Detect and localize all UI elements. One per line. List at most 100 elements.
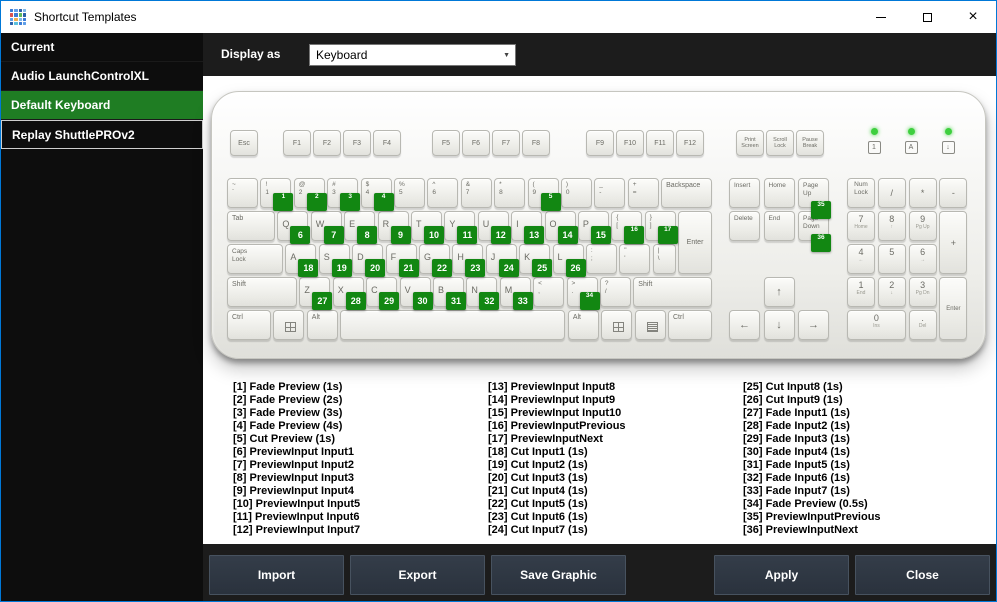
key-d: D 20 — [352, 244, 386, 277]
shortcut-badge-27: 27 — [312, 292, 333, 310]
shortcut-badge-9: 9 — [390, 226, 411, 244]
key-row: ~ `! 1 1 @2 2 #3 3 $4 4% 5 ^ 6 & 7 * 8(9 5) 0 _ - + = Backspace — [227, 178, 712, 211]
key-j: J 24 — [485, 244, 519, 277]
key-esc: Esc — [230, 130, 258, 156]
key-space — [340, 310, 566, 340]
key-8: * 8 — [494, 178, 526, 208]
key-4: $4 4 — [360, 178, 394, 211]
key-3: 3 Pg Dn — [908, 277, 937, 307]
shortcut-badge-32: 32 — [479, 292, 500, 310]
shortcut-badge-29: 29 — [379, 292, 400, 310]
key-9: (9 5 — [527, 178, 561, 211]
shortcut-badge-25: 25 — [532, 259, 553, 277]
windows-key-icon — [613, 322, 625, 332]
apply-button[interactable]: Apply — [714, 555, 849, 595]
key-sym: :; — [585, 244, 617, 274]
key-f7: F7 — [492, 130, 520, 156]
key-win — [601, 310, 633, 340]
shortcut-badge-35: 35 — [811, 201, 831, 219]
sidebar-item-current[interactable]: Current — [1, 33, 203, 62]
caps-lock-indicator: A — [897, 128, 925, 154]
export-button[interactable]: Export — [350, 555, 485, 595]
shortcut-entry: [7] PreviewInput Input2 — [233, 459, 355, 471]
key-insert: Insert — [729, 178, 760, 208]
shortcut-entry: [9] PreviewInput Input4 — [233, 485, 355, 497]
shortcut-badge-36: 36 — [811, 234, 831, 252]
shortcut-entry: [33] Fade Input7 (1s) — [743, 485, 850, 497]
key-9: 9 Pg Up — [908, 211, 937, 241]
display-as-select[interactable]: Keyboard ▼ — [309, 44, 516, 66]
windows-key-icon — [285, 322, 297, 332]
shortcut-badge-10: 10 — [423, 226, 444, 244]
key-home: Home — [763, 178, 795, 208]
shortcut-entry: [23] Cut Input6 (1s) — [488, 511, 588, 523]
key-5: 5 — [877, 244, 906, 274]
key-f11: F11 — [646, 130, 674, 156]
key-ctrl: Ctrl — [227, 310, 271, 340]
save-graphic-button[interactable]: Save Graphic — [491, 555, 626, 595]
key-p: P 15 — [577, 211, 611, 244]
key-sym: }] 17 — [644, 211, 678, 244]
key-c: C 29 — [366, 277, 400, 310]
key-sym: <, — [533, 277, 565, 307]
maximize-button[interactable] — [904, 1, 950, 33]
key-sym: ~ ` — [227, 178, 258, 208]
scroll-lock-glyph-icon: ↓ — [941, 141, 955, 154]
num-lock-led-icon — [870, 128, 878, 135]
key-6: ^ 6 — [427, 178, 459, 208]
import-button[interactable]: Import — [209, 555, 344, 595]
shortcut-badge-16: 16 — [624, 226, 645, 244]
key-g: G 22 — [418, 244, 452, 277]
shortcut-entry: [25] Cut Input8 (1s) — [743, 381, 843, 393]
shortcut-entry: [13] PreviewInput Input8 — [488, 381, 616, 393]
shortcut-badge-21: 21 — [398, 259, 419, 277]
shortcut-badge-7: 7 — [323, 226, 344, 244]
key-shift: Shift — [227, 277, 297, 307]
sidebar-item-audio-launchcontrolxl[interactable]: Audio LaunchControlXL — [1, 62, 203, 91]
window-title: Shortcut Templates — [34, 10, 137, 24]
key-i: I 13 — [511, 211, 545, 244]
key-o: O 14 — [544, 211, 578, 244]
lock-indicator-leds: 1 A ↓ — [860, 128, 962, 154]
shortcut-entry: [36] PreviewInputNext — [743, 524, 858, 536]
shortcut-badge-4: 4 — [373, 193, 394, 211]
key-b: B 31 — [432, 277, 466, 310]
key-sym: - — [939, 178, 968, 208]
key-sym: → — [798, 310, 829, 340]
key-sym: | \ — [652, 244, 676, 274]
key-5: % 5 — [393, 178, 425, 208]
key-q: Q6 — [277, 211, 311, 244]
key-row: Shift Z 27 X 28 C 29 V 30 B 31 N 32 M 33 <, >. 34? / Shift — [227, 277, 712, 310]
footer-spacer — [629, 544, 711, 601]
footer-bar: Import Export Save Graphic Apply Close — [203, 544, 996, 601]
shortcut-badge-2: 2 — [306, 193, 327, 211]
key-f6: F6 — [462, 130, 490, 156]
shortcut-entry: [19] Cut Input2 (1s) — [488, 459, 588, 471]
close-button[interactable]: × — [950, 1, 996, 33]
scroll-lock-indicator: ↓ — [934, 128, 962, 154]
close-button[interactable]: Close — [855, 555, 990, 595]
shortcut-badge-18: 18 — [298, 259, 319, 277]
sidebar-item-replay-shuttleprov2[interactable]: Replay ShuttlePROv2 — [1, 120, 203, 149]
caps-lock-led-icon — [907, 128, 915, 135]
sidebar-item-default-keyboard[interactable]: Default Keyboard — [1, 91, 203, 120]
shortcut-entry: [27] Fade Input1 (1s) — [743, 407, 850, 419]
key-row: Tab Q 6 W 7 E 8 R 9 T 10 Y 11 U 12 I 13 O 14 P 15{[16}] 17 Ent… — [227, 211, 712, 274]
key-sym: . Del — [908, 310, 937, 340]
shortcut-entry: [14] PreviewInput Input9 — [488, 394, 616, 406]
key-f9: F9 — [586, 130, 614, 156]
key-f1: F1 — [283, 130, 311, 156]
close-icon: × — [968, 8, 978, 25]
key-row: ← ↓ → — [729, 310, 829, 340]
key-sym: ↑ — [763, 277, 795, 307]
key-row: Num Lock / * - — [847, 178, 968, 208]
shortcut-entry: [29] Fade Input3 (1s) — [743, 433, 850, 445]
minimize-button[interactable] — [858, 1, 904, 33]
shortcut-entry: [3] Fade Preview (3s) — [233, 407, 343, 419]
key-w: W7 — [310, 211, 344, 244]
shortcut-badge-14: 14 — [557, 226, 578, 244]
shortcut-entry: [18] Cut Input1 (1s) — [488, 446, 588, 458]
key-z: Z 27 — [299, 277, 333, 310]
key-6: 6 → — [908, 244, 937, 274]
key-1: ! 1 1 — [260, 178, 294, 211]
